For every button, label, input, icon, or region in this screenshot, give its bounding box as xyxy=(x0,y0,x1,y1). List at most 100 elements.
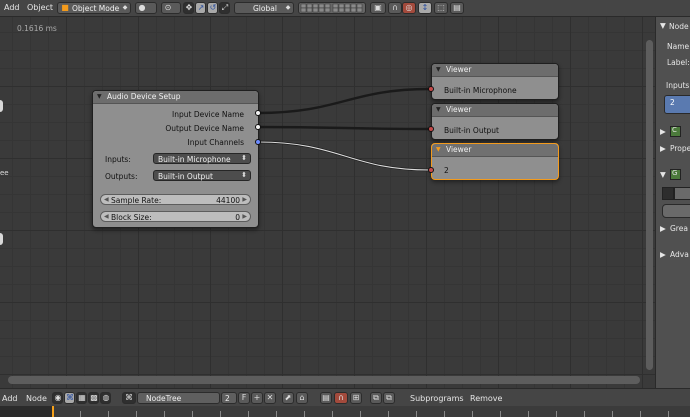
sphere-icon: ● xyxy=(138,3,146,12)
node-title: Viewer xyxy=(446,65,472,74)
left-region-tab[interactable] xyxy=(0,100,3,112)
pin-button[interactable]: ⬈ xyxy=(282,392,294,404)
snap-element-dropdown[interactable]: ↕ xyxy=(418,2,432,14)
viewer-node-3[interactable]: ▼ Viewer 2 xyxy=(431,143,559,180)
left-region-tab[interactable] xyxy=(0,233,3,245)
viewer-2-input-socket[interactable] xyxy=(428,126,434,132)
paste-button[interactable]: ⧉ xyxy=(383,392,395,404)
backdrop-button[interactable]: ⌂ xyxy=(296,392,308,404)
tree-type-compositing[interactable]: ▦ xyxy=(76,392,87,404)
inputs-label: Inputs xyxy=(666,81,690,90)
pivot-dropdown[interactable]: ⊙ xyxy=(161,2,181,14)
sample-rate-field[interactable]: ◀ Sample Rate: 44100 ▶ xyxy=(100,194,251,205)
outputs-dropdown[interactable]: Built-in Output ⬍ xyxy=(153,170,251,181)
node-tree-browse[interactable]: ⌘ xyxy=(122,392,136,404)
current-frame-cursor[interactable] xyxy=(52,406,54,417)
timeline-strip[interactable] xyxy=(0,406,690,417)
viewer-node-2[interactable]: ▼ Viewer Built-in Output xyxy=(431,103,559,140)
copy-button[interactable]: ⧉ xyxy=(370,392,382,404)
viewer-node-1[interactable]: ▼ Viewer Built-in Microphone xyxy=(431,63,559,100)
socket-input-channels[interactable] xyxy=(255,139,261,145)
timeline-tick xyxy=(388,411,389,417)
tree-type-texture[interactable]: ▩ xyxy=(88,392,99,404)
timeline-tick xyxy=(332,411,333,417)
shader-icon: ◉ xyxy=(54,393,62,402)
layer-grid[interactable] xyxy=(298,2,366,14)
menu-add[interactable]: Add xyxy=(2,394,18,403)
mode-dropdown[interactable]: ■ Object Mode ◆ xyxy=(57,2,131,14)
menu-object[interactable]: Object xyxy=(27,3,53,12)
timeline-track xyxy=(52,406,690,417)
translate-toggle[interactable]: ↗ xyxy=(195,2,206,14)
expand-triangle-icon[interactable]: ▶ xyxy=(660,250,666,259)
subprograms-menu[interactable]: Subprograms xyxy=(410,394,464,403)
users-count[interactable]: 2 xyxy=(221,392,237,404)
snap-element-icon: ⊞ xyxy=(352,393,360,402)
remove-button[interactable]: Remove xyxy=(470,394,502,403)
node-tree-icon: ⌘ xyxy=(66,393,74,402)
timing-readout: 0.1616 ms xyxy=(17,24,57,33)
snap-toggle[interactable]: ∩ xyxy=(334,392,348,404)
expand-triangle-icon[interactable]: ▶ xyxy=(660,127,666,136)
horizontal-scrollbar[interactable] xyxy=(8,376,640,384)
layer-lock-button[interactable]: ▣ xyxy=(370,2,386,14)
new-tree-button[interactable]: + xyxy=(251,392,263,404)
pin-icon: ⬈ xyxy=(284,393,292,402)
sidebar-button[interactable] xyxy=(662,204,690,218)
fake-user-button[interactable]: F xyxy=(238,392,250,404)
node-header[interactable]: ▼ Viewer xyxy=(432,104,558,117)
name-label: Name: xyxy=(667,42,690,51)
paste-icon: ⧉ xyxy=(386,393,392,402)
snap-element-dropdown[interactable]: ⊞ xyxy=(350,392,362,404)
increment-arrow-icon[interactable]: ▶ xyxy=(242,196,247,203)
plus-icon: + xyxy=(253,393,261,402)
menu-node[interactable]: Node xyxy=(26,394,47,403)
manipulator-toggle[interactable]: ✥ xyxy=(183,2,194,14)
viewer-3-input-socket[interactable] xyxy=(428,167,434,173)
tree-type-shader[interactable]: ◉ xyxy=(52,392,63,404)
collapse-triangle-icon[interactable]: ▼ xyxy=(97,93,102,100)
socket-output-device-name[interactable] xyxy=(255,124,261,130)
node-header[interactable]: ▼ Audio Device Setup xyxy=(93,91,258,104)
collapse-triangle-icon[interactable]: ▼ xyxy=(436,66,441,73)
render-button[interactable]: ▤ xyxy=(320,392,332,404)
color-swatch[interactable] xyxy=(674,187,690,200)
vertical-scrollbar[interactable] xyxy=(646,40,653,370)
expand-triangle-icon[interactable]: ▶ xyxy=(660,144,666,153)
node-header[interactable]: ▼ Viewer xyxy=(432,144,558,157)
render-button[interactable]: ⬚ xyxy=(434,2,448,14)
node-header[interactable]: ▼ Viewer xyxy=(432,64,558,77)
tree-type-active[interactable]: ⌘ xyxy=(64,392,75,404)
unlink-tree-button[interactable]: ✕ xyxy=(264,392,276,404)
increment-arrow-icon[interactable]: ▶ xyxy=(242,213,247,220)
collapse-triangle-icon[interactable]: ▼ xyxy=(436,106,441,113)
render-anim-button[interactable]: ▤ xyxy=(450,2,464,14)
viewer-1-input-socket[interactable] xyxy=(428,86,434,92)
block-size-field[interactable]: ◀ Block Size: 0 ▶ xyxy=(100,211,251,222)
tree-type-sound[interactable]: ◍ xyxy=(100,392,111,404)
input-value-field[interactable]: 2 xyxy=(664,95,690,114)
scale-toggle[interactable]: ⤢ xyxy=(219,2,230,14)
orientation-label: Global xyxy=(253,4,277,13)
rotate-icon: ↺ xyxy=(209,3,217,12)
decrement-arrow-icon[interactable]: ◀ xyxy=(104,213,109,220)
orientation-dropdown[interactable]: Global ◆ xyxy=(234,2,294,14)
snap-toggle[interactable]: ∩ xyxy=(388,2,402,14)
collapse-triangle-icon[interactable]: ▼ xyxy=(436,146,441,153)
socket-input-device-name[interactable] xyxy=(255,110,261,116)
color-pencil-icon[interactable] xyxy=(662,187,674,200)
node-tree-name-field[interactable]: NodeTree xyxy=(137,392,220,404)
render-icon: ⬚ xyxy=(437,3,445,12)
viewport-shading-dropdown[interactable]: ● xyxy=(135,2,157,14)
rotate-toggle[interactable]: ↺ xyxy=(207,2,218,14)
audio-device-setup-node[interactable]: ▼ Audio Device Setup Input Device Name O… xyxy=(92,90,259,228)
menu-add[interactable]: Add xyxy=(4,3,20,12)
collapse-triangle-icon[interactable]: ▼ xyxy=(660,170,666,179)
timeline-tick xyxy=(584,411,585,417)
magnet-icon: ∩ xyxy=(338,393,344,402)
inputs-dropdown[interactable]: Built-in Microphone ⬍ xyxy=(153,153,251,164)
proportional-edit-toggle[interactable]: ◎ xyxy=(402,2,416,14)
expand-triangle-icon[interactable]: ▶ xyxy=(660,224,666,233)
collapse-triangle-icon[interactable]: ▼ xyxy=(660,21,666,30)
decrement-arrow-icon[interactable]: ◀ xyxy=(104,196,109,203)
